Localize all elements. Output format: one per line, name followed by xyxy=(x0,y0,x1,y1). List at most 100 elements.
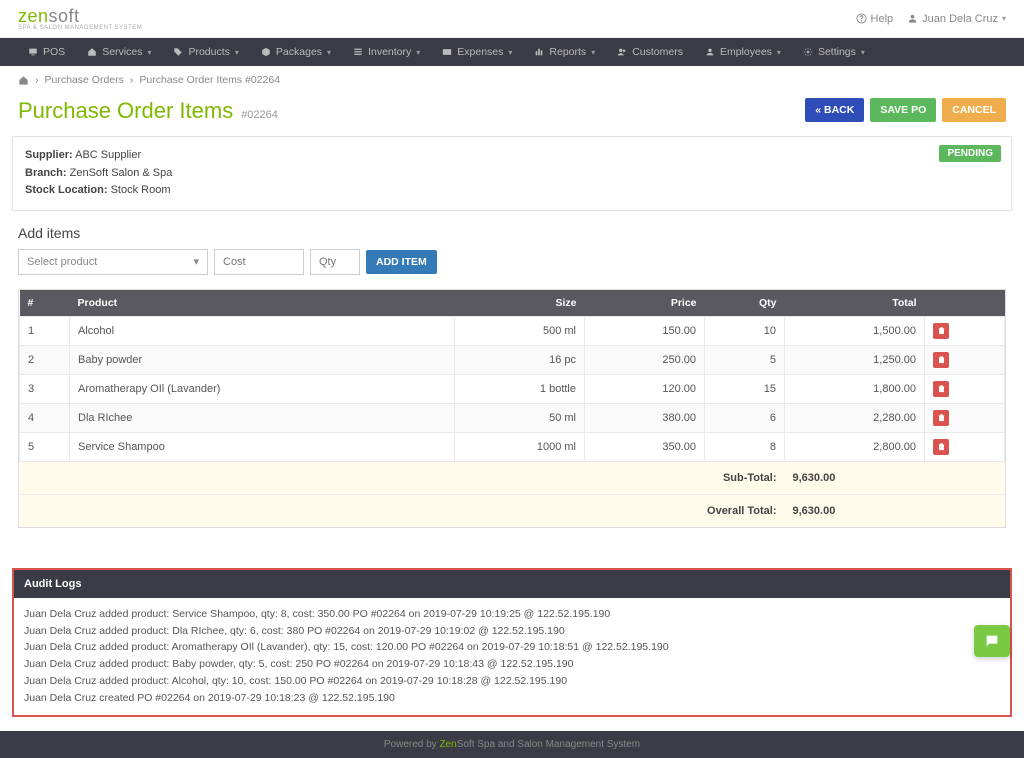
chat-fab[interactable] xyxy=(974,625,1010,657)
cell-qty: 15 xyxy=(705,374,785,403)
audit-line: Juan Dela Cruz added product: Dla RIchee… xyxy=(24,623,1000,640)
subtotal-label: Sub-Total: xyxy=(20,461,785,494)
add-items-row: Select product ▾ ADD ITEM xyxy=(18,249,1006,275)
topbar: zensoft SPA & SALON MANAGEMENT SYSTEM He… xyxy=(0,0,1024,38)
cell-actions xyxy=(925,403,1005,432)
cell-actions xyxy=(925,432,1005,461)
status-badge: PENDING xyxy=(939,145,1001,162)
chart-icon xyxy=(534,47,544,57)
help-label: Help xyxy=(871,13,894,25)
nav-settings[interactable]: Settings▾ xyxy=(793,38,875,66)
chevron-down-icon: ▾ xyxy=(416,48,420,57)
cell-qty: 8 xyxy=(705,432,785,461)
delete-row-button[interactable] xyxy=(933,439,949,455)
col-num: # xyxy=(20,290,70,317)
cell-price: 120.00 xyxy=(585,374,705,403)
col-total: Total xyxy=(785,290,925,317)
chevron-down-icon: ▾ xyxy=(235,48,239,57)
table-row: 3Aromatherapy OIl (Lavander)1 bottle120.… xyxy=(20,374,1005,403)
table-row: 5Service Shampoo1000 ml350.0082,800.00 xyxy=(20,432,1005,461)
logo[interactable]: zensoft SPA & SALON MANAGEMENT SYSTEM xyxy=(18,6,142,31)
cell-price: 350.00 xyxy=(585,432,705,461)
user-icon xyxy=(705,47,715,57)
list-icon xyxy=(353,47,363,57)
cell-product: Service Shampoo xyxy=(70,432,455,461)
save-po-button[interactable]: SAVE PO xyxy=(870,98,936,122)
nav-services[interactable]: Services▾ xyxy=(77,38,161,66)
nav-products[interactable]: Products▾ xyxy=(163,38,248,66)
stock-label: Stock Location: xyxy=(25,184,108,196)
nav-packages[interactable]: Packages▾ xyxy=(251,38,341,66)
cost-input[interactable] xyxy=(214,249,304,275)
help-link[interactable]: Help xyxy=(856,13,894,25)
product-select[interactable]: Select product ▾ xyxy=(18,249,208,275)
chevron-down-icon: ▾ xyxy=(327,48,331,57)
logo-tagline: SPA & SALON MANAGEMENT SYSTEM xyxy=(18,25,142,31)
supplier-label: Supplier: xyxy=(25,149,73,161)
col-price: Price xyxy=(585,290,705,317)
table-row: 2Baby powder16 pc250.0051,250.00 xyxy=(20,345,1005,374)
chevron-down-icon: ▾ xyxy=(861,48,865,57)
page-header: Purchase Order Items #02264 « BACK SAVE … xyxy=(0,94,1024,136)
breadcrumb: › Purchase Orders › Purchase Order Items… xyxy=(0,66,1024,94)
breadcrumb-sep: › xyxy=(130,74,134,86)
breadcrumb-purchase-orders[interactable]: Purchase Orders xyxy=(45,74,124,86)
supplier-value: ABC Supplier xyxy=(75,149,141,161)
nav-pos[interactable]: POS xyxy=(18,38,75,66)
cell-product: Dla RIchee xyxy=(70,403,455,432)
col-qty: Qty xyxy=(705,290,785,317)
col-product: Product xyxy=(70,290,455,317)
user-icon xyxy=(907,13,918,24)
audit-line: Juan Dela Cruz added product: Aromathera… xyxy=(24,639,1000,656)
qty-input[interactable] xyxy=(310,249,360,275)
nav-inventory[interactable]: Inventory▾ xyxy=(343,38,430,66)
nav-expenses[interactable]: Expenses▾ xyxy=(432,38,522,66)
footer: Powered by ZenSoft Spa and Salon Managem… xyxy=(0,731,1024,758)
items-table-wrap: # Product Size Price Qty Total 1Alcohol5… xyxy=(18,289,1006,528)
branch-label: Branch: xyxy=(25,167,67,179)
cell-size: 1000 ml xyxy=(455,432,585,461)
package-icon xyxy=(261,47,271,57)
table-row: 1Alcohol500 ml150.00101,500.00 xyxy=(20,316,1005,345)
delete-row-button[interactable] xyxy=(933,323,949,339)
cell-price: 150.00 xyxy=(585,316,705,345)
page-title-sub: #02264 xyxy=(241,109,278,121)
delete-row-button[interactable] xyxy=(933,410,949,426)
delete-row-button[interactable] xyxy=(933,352,949,368)
back-button[interactable]: « BACK xyxy=(805,98,864,122)
cell-total: 2,280.00 xyxy=(785,403,925,432)
audit-line: Juan Dela Cruz created PO #02264 on 2019… xyxy=(24,690,1000,707)
add-item-button[interactable]: ADD ITEM xyxy=(366,250,437,274)
audit-line: Juan Dela Cruz added product: Alcohol, q… xyxy=(24,673,1000,690)
cell-num: 3 xyxy=(20,374,70,403)
breadcrumb-sep: › xyxy=(35,74,39,86)
user-menu[interactable]: Juan Dela Cruz ▾ xyxy=(907,13,1006,25)
cell-num: 5 xyxy=(20,432,70,461)
col-size: Size xyxy=(455,290,585,317)
cell-num: 2 xyxy=(20,345,70,374)
cell-size: 1 bottle xyxy=(455,374,585,403)
delete-row-button[interactable] xyxy=(933,381,949,397)
col-actions xyxy=(925,290,1005,317)
nav-reports[interactable]: Reports▾ xyxy=(524,38,605,66)
help-icon xyxy=(856,13,867,24)
nav-employees[interactable]: Employees▾ xyxy=(695,38,791,66)
home-icon[interactable] xyxy=(18,75,29,86)
chevron-down-icon: ▾ xyxy=(193,255,199,268)
audit-title: Audit Logs xyxy=(14,570,1010,598)
page-title: Purchase Order Items #02264 xyxy=(18,98,278,124)
items-table: # Product Size Price Qty Total 1Alcohol5… xyxy=(19,290,1005,527)
audit-body: Juan Dela Cruz added product: Service Sh… xyxy=(14,598,1010,715)
header-actions: « BACK SAVE PO CANCEL xyxy=(805,98,1006,122)
po-meta-card: PENDING Supplier: ABC Supplier Branch: Z… xyxy=(12,136,1012,211)
nav-customers[interactable]: Customers xyxy=(607,38,693,66)
cancel-button[interactable]: CANCEL xyxy=(942,98,1006,122)
gear-icon xyxy=(803,47,813,57)
cell-total: 2,800.00 xyxy=(785,432,925,461)
cell-product: Aromatherapy OIl (Lavander) xyxy=(70,374,455,403)
card-icon xyxy=(442,47,452,57)
cell-size: 50 ml xyxy=(455,403,585,432)
cell-size: 16 pc xyxy=(455,345,585,374)
cell-qty: 6 xyxy=(705,403,785,432)
breadcrumb-current: Purchase Order Items #02264 xyxy=(139,74,280,86)
